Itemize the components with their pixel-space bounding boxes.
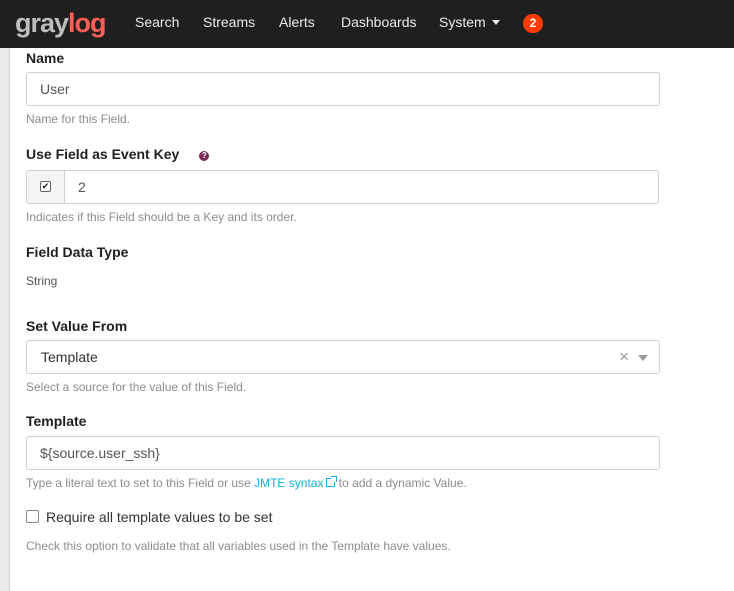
template-help-before: Type a literal text to set to this Field… xyxy=(26,476,255,490)
event-key-label-text: Use Field as Event Key xyxy=(26,146,180,162)
nav-alerts[interactable]: Alerts xyxy=(279,0,315,48)
name-label: Name xyxy=(26,50,65,66)
require-all-label: Require all template values to be set xyxy=(46,509,273,525)
nav-search[interactable]: Search xyxy=(135,0,179,48)
data-type-value: String xyxy=(26,274,58,288)
event-key-order-input[interactable]: 2 xyxy=(64,170,659,204)
template-label: Template xyxy=(26,413,87,429)
question-circle-icon[interactable]: ? xyxy=(199,151,210,161)
chevron-down-icon[interactable] xyxy=(638,355,648,361)
notification-badge[interactable]: 2 xyxy=(523,14,543,33)
nav-streams[interactable]: Streams xyxy=(203,0,255,48)
caret-down-icon xyxy=(491,20,500,25)
left-rail xyxy=(0,48,10,591)
require-all-help: Check this option to validate that all v… xyxy=(26,539,451,553)
nav-system[interactable]: System xyxy=(439,0,500,48)
external-link-icon xyxy=(326,476,338,487)
require-all-checkbox[interactable] xyxy=(26,510,39,523)
nav-dashboards[interactable]: Dashboards xyxy=(341,0,417,48)
graylog-logo[interactable]: graylog xyxy=(15,7,107,39)
name-help: Name for this Field. xyxy=(26,112,131,126)
value-from-select[interactable]: Template × xyxy=(26,340,660,374)
template-input[interactable]: ${source.user_ssh} xyxy=(26,436,660,470)
value-from-selected: Template xyxy=(41,349,98,365)
template-help-after: to add a dynamic Value. xyxy=(335,476,467,490)
event-key-group: ✔ 2 xyxy=(26,170,659,204)
jmte-syntax-link[interactable]: JMTE syntax xyxy=(254,476,338,490)
nav-system-label: System xyxy=(439,14,486,30)
template-help: Type a literal text to set to this Field… xyxy=(26,476,467,490)
value-from-label: Set Value From xyxy=(26,318,128,334)
value-from-help: Select a source for the value of this Fi… xyxy=(26,380,247,394)
event-key-checkbox-addon: ✔ xyxy=(26,170,64,204)
top-navbar: graylog Search Streams Alerts Dashboards… xyxy=(0,0,734,48)
event-key-help: Indicates if this Field should be a Key … xyxy=(26,210,297,224)
name-input[interactable]: User xyxy=(26,72,660,106)
event-key-label: Use Field as Event Key? xyxy=(26,146,210,162)
event-key-checkbox[interactable]: ✔ xyxy=(40,181,51,192)
jmte-syntax-link-text: JMTE syntax xyxy=(254,476,324,490)
data-type-label: Field Data Type xyxy=(26,244,129,260)
clear-icon[interactable]: × xyxy=(619,341,629,373)
